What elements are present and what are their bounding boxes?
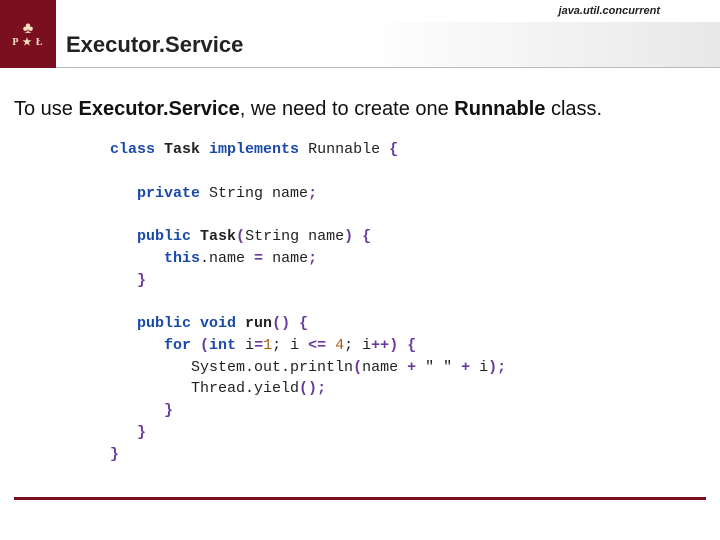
code-t: )	[488, 359, 497, 376]
code-t: .out	[245, 359, 281, 376]
code-t: .name	[200, 250, 254, 267]
code-t: public	[137, 315, 200, 332]
code-t: {	[389, 141, 398, 158]
code-t: void	[200, 315, 245, 332]
code-t: implements	[209, 141, 308, 158]
code-t: .yield	[245, 380, 299, 397]
code-t: Task	[164, 141, 209, 158]
intro-bold2: Runnable	[454, 98, 545, 120]
intro-mid: , we need to create one	[240, 98, 455, 120]
code-t: public	[137, 228, 200, 245]
code-t: ;	[497, 359, 506, 376]
code-t: String name	[245, 228, 344, 245]
code-block: class Task implements Runnable { private…	[110, 139, 706, 465]
code-t: }	[164, 402, 173, 419]
code-t: )	[344, 228, 353, 245]
code-t: (	[200, 337, 209, 354]
intro-text: To use Executor.Service, we need to crea…	[14, 96, 706, 123]
code-t: ()	[299, 380, 317, 397]
code-t: 4	[335, 337, 344, 354]
code-t: ; i	[272, 337, 308, 354]
code-t: +	[461, 359, 479, 376]
code-t: for	[164, 337, 200, 354]
code-t: private	[137, 185, 209, 202]
code-t: ;	[308, 185, 317, 202]
intro-pre: To use	[14, 98, 78, 120]
code-t: name	[272, 250, 308, 267]
code-t: run	[245, 315, 272, 332]
code-t: String name	[209, 185, 308, 202]
code-t: ; i	[344, 337, 371, 354]
intro-bold1: Executor.Service	[78, 98, 239, 120]
code-t: i	[245, 337, 254, 354]
code-t: }	[137, 272, 146, 289]
code-t: Task	[200, 228, 236, 245]
code-t: ;	[317, 380, 326, 397]
code-t: {	[290, 315, 308, 332]
logo: ♣ P ★ Ł	[0, 0, 56, 68]
code-t: (	[236, 228, 245, 245]
code-t: System	[191, 359, 245, 376]
code-t: {	[353, 228, 371, 245]
code-t: Runnable	[308, 141, 389, 158]
slide-header: ♣ P ★ Ł Executor.Service	[0, 22, 720, 68]
code-t: }	[110, 446, 119, 463]
code-t: {	[398, 337, 416, 354]
code-t: ()	[272, 315, 290, 332]
slide-body: To use Executor.Service, we need to crea…	[0, 68, 720, 465]
code-t: }	[137, 424, 146, 441]
code-t: 1	[263, 337, 272, 354]
code-t: this	[164, 250, 200, 267]
code-t: +	[407, 359, 425, 376]
code-t: ++	[371, 337, 389, 354]
code-t: Thread	[191, 380, 245, 397]
logo-text: ♣ P ★ Ł	[12, 20, 43, 49]
package-bar: java.util.concurrent	[0, 0, 720, 22]
code-t: =	[254, 337, 263, 354]
footer-rule	[14, 497, 706, 500]
logo-letters: P ★ Ł	[12, 37, 43, 48]
code-t: .println	[281, 359, 353, 376]
intro-post: class.	[545, 98, 602, 120]
code-t: class	[110, 141, 164, 158]
code-t: " "	[425, 359, 461, 376]
code-t: i	[479, 359, 488, 376]
logo-icon: ♣	[12, 20, 43, 38]
code-t: <=	[308, 337, 335, 354]
code-t: name	[362, 359, 407, 376]
package-label: java.util.concurrent	[559, 5, 660, 17]
code-t: int	[209, 337, 245, 354]
code-t: (	[353, 359, 362, 376]
code-t: )	[389, 337, 398, 354]
slide-title: Executor.Service	[56, 32, 243, 58]
code-t: =	[254, 250, 272, 267]
code-t: ;	[308, 250, 317, 267]
